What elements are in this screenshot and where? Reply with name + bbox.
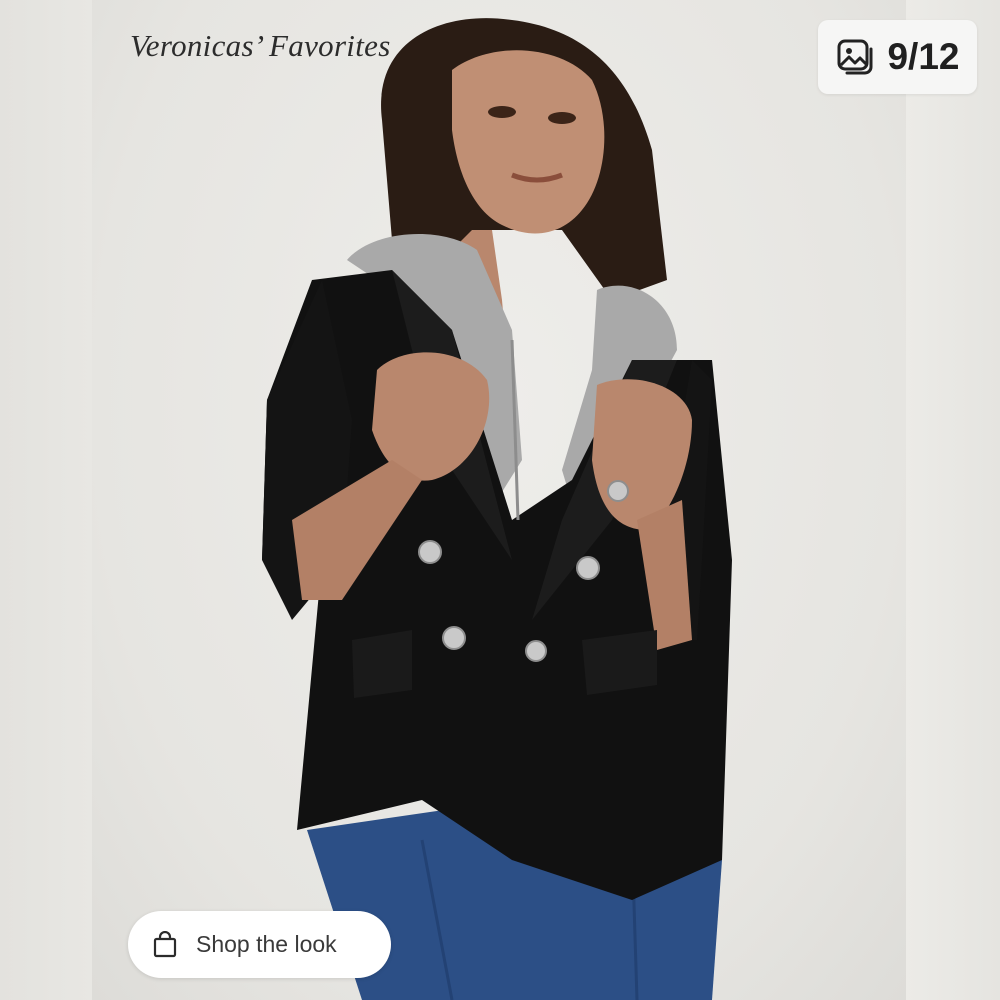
gallery-position: 9/12 <box>887 36 960 77</box>
shop-the-look-label: Shop the look <box>196 931 337 957</box>
blazer-button <box>607 480 629 502</box>
blazer-button <box>418 540 442 564</box>
image-gallery-icon <box>837 39 873 75</box>
shop-the-look-button[interactable]: Shop the look <box>128 911 391 978</box>
right-margin-panel <box>906 0 1000 1000</box>
model-illustration <box>262 18 732 1000</box>
blazer-button <box>576 556 600 580</box>
shopping-bag-icon <box>153 930 177 957</box>
blazer-button <box>525 640 547 662</box>
blazer-button <box>442 626 466 650</box>
product-photo[interactable] <box>92 0 906 1000</box>
left-margin-panel <box>0 0 92 1000</box>
gallery-counter-badge: 9/12 <box>818 20 977 94</box>
collection-caption: Veronicas’ Favorites <box>130 28 391 63</box>
